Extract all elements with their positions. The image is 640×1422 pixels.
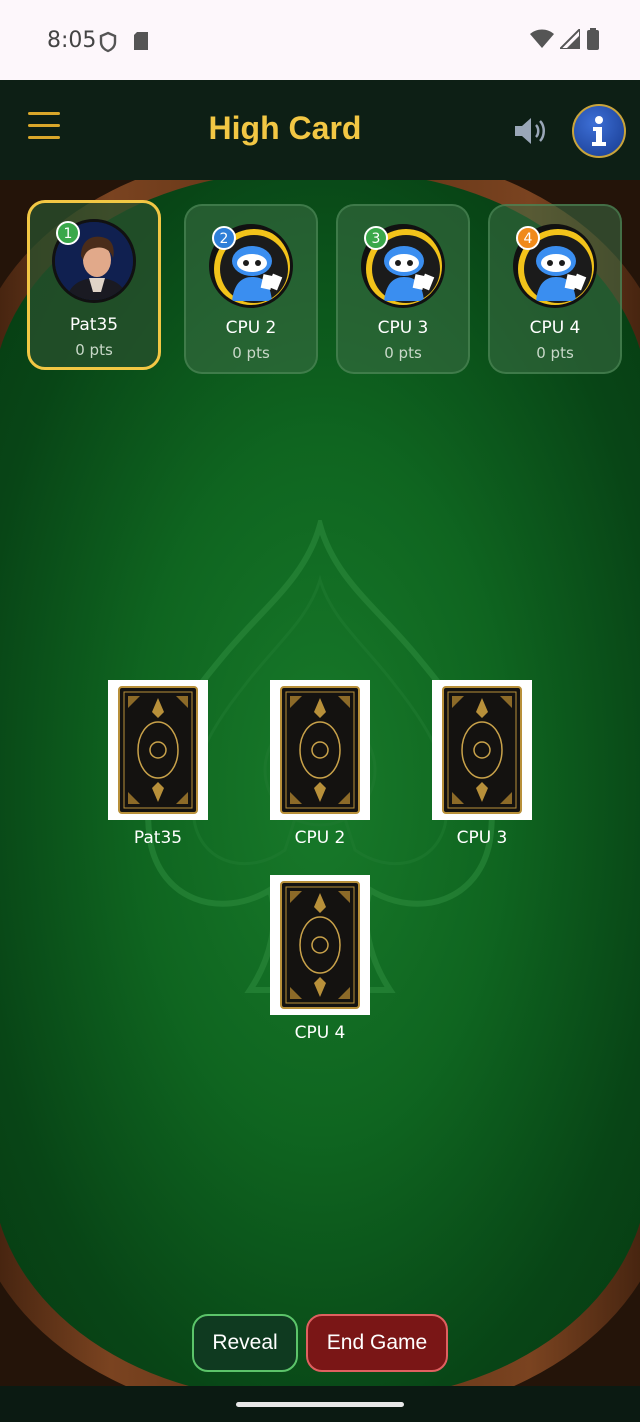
game-table: 1 Pat35 0 pts 2 CPU 2 0 pts 3 CPU 3 0 pt…: [0, 180, 640, 1386]
card-owner-label: CPU 3: [456, 828, 508, 848]
end-game-button[interactable]: End Game: [306, 1314, 448, 1372]
card-back[interactable]: [270, 875, 370, 1015]
player-name: CPU 3: [377, 318, 429, 338]
system-nav-bar: [0, 1386, 640, 1422]
player-card-3: 3 CPU 3 0 pts: [336, 204, 470, 374]
wifi-icon: [530, 29, 554, 48]
card-back[interactable]: [432, 680, 532, 820]
player-card-1: 1 Pat35 0 pts: [27, 200, 161, 370]
reveal-button[interactable]: Reveal: [192, 1314, 298, 1372]
status-bar: 8:05: [0, 0, 640, 80]
player-card-2: 2 CPU 2 0 pts: [184, 204, 318, 374]
card-back[interactable]: [270, 680, 370, 820]
card-owner-label: CPU 4: [294, 1023, 346, 1043]
card-ornament-icon: [285, 886, 355, 1004]
played-card-slot: CPU 4: [270, 875, 370, 1043]
card-ornament-icon: [285, 691, 355, 809]
rank-badge: 2: [212, 226, 236, 250]
player-card-4: 4 CPU 4 0 pts: [488, 204, 622, 374]
page-title: High Card: [208, 110, 362, 146]
player-score: 0 pts: [384, 344, 422, 362]
player-score: 0 pts: [536, 344, 574, 362]
info-button[interactable]: [572, 104, 626, 158]
player-score: 0 pts: [232, 344, 270, 362]
app-header: High Card: [0, 80, 640, 180]
battery-icon: [587, 28, 599, 50]
played-card-slot: Pat35: [108, 680, 208, 848]
card-back[interactable]: [108, 680, 208, 820]
rank-badge: 3: [364, 226, 388, 250]
card-owner-label: Pat35: [133, 828, 183, 848]
sound-toggle-button[interactable]: [512, 114, 550, 148]
info-icon: [592, 116, 606, 146]
played-card-slot: CPU 2: [270, 680, 370, 848]
sd-card-icon: [134, 32, 148, 50]
player-name: CPU 2: [225, 318, 277, 338]
status-time: 8:05: [47, 28, 97, 53]
card-owner-label: CPU 2: [294, 828, 346, 848]
player-name: CPU 4: [529, 318, 581, 338]
player-name: Pat35: [69, 315, 119, 335]
signal-icon: [560, 29, 580, 49]
played-card-slot: CPU 3: [432, 680, 532, 848]
shield-icon: [99, 31, 117, 53]
home-gesture-handle[interactable]: [236, 1402, 404, 1407]
rank-badge: 1: [56, 221, 80, 245]
card-ornament-icon: [447, 691, 517, 809]
player-score: 0 pts: [75, 341, 113, 359]
card-ornament-icon: [123, 691, 193, 809]
rank-badge: 4: [516, 226, 540, 250]
